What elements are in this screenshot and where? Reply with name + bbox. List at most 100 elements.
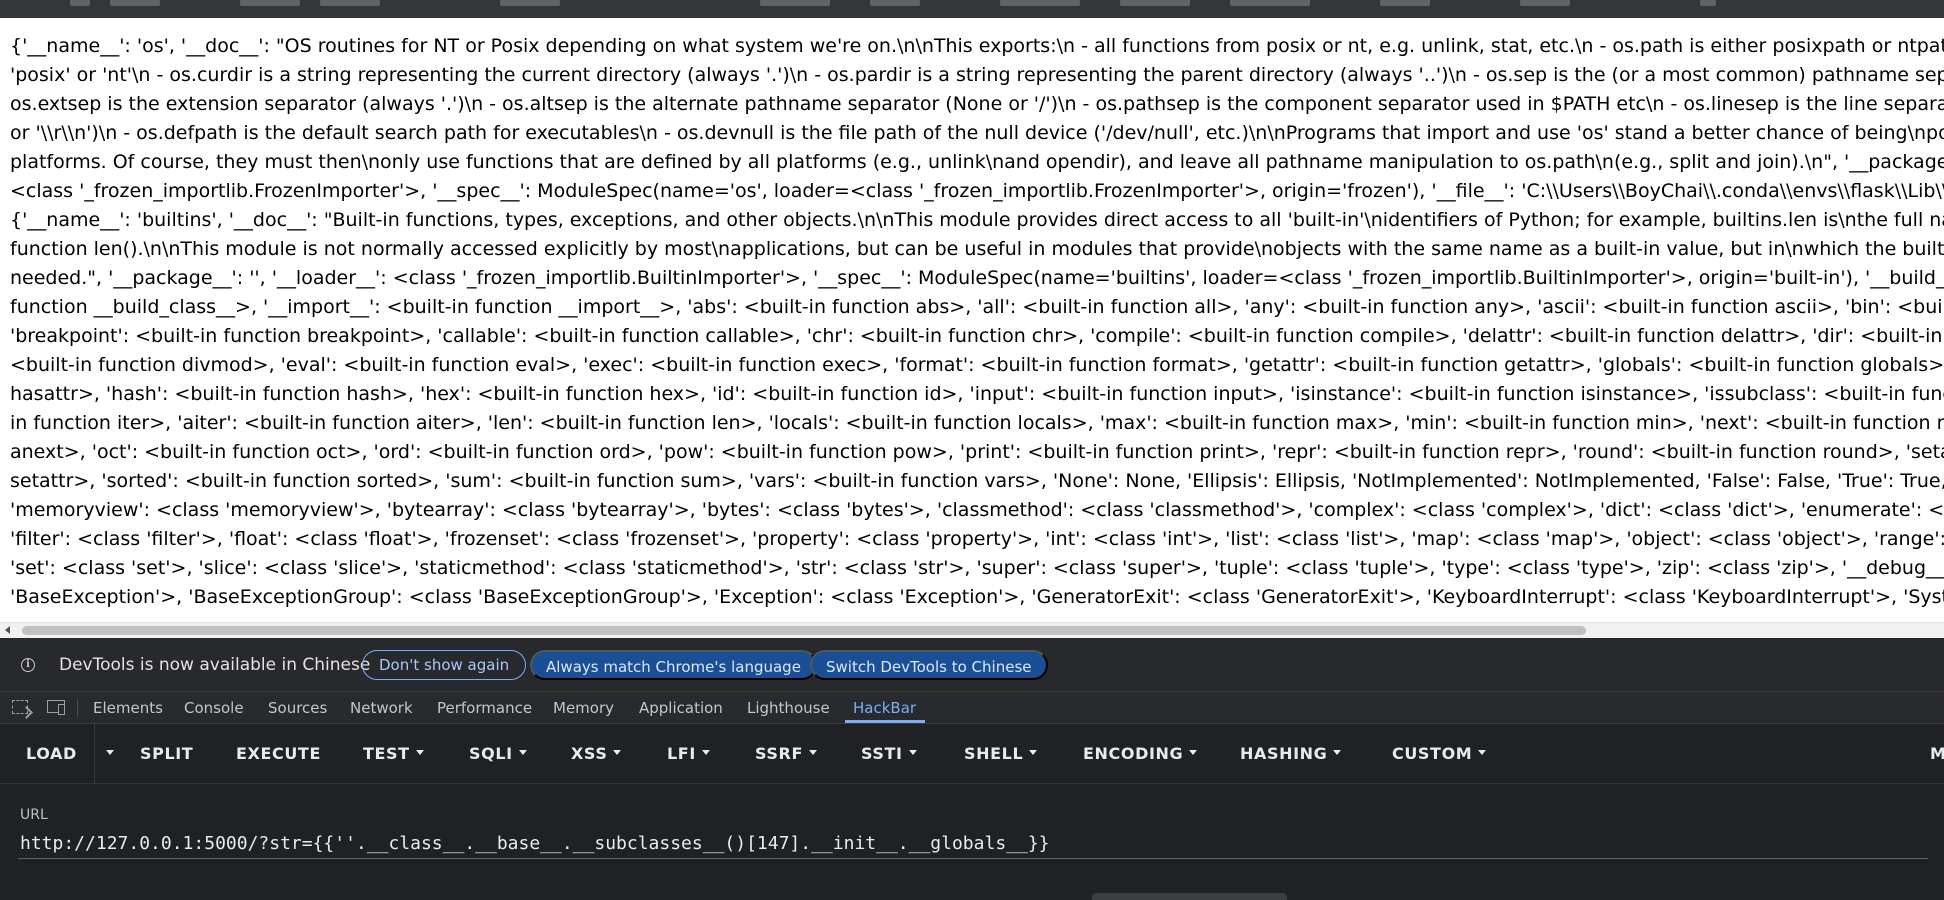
tab-network[interactable]: Network <box>350 699 413 717</box>
execute-button[interactable]: EXECUTE <box>236 744 321 763</box>
shell-menu[interactable]: SHELL <box>964 744 1038 763</box>
bookmark-ghost[interactable] <box>1120 0 1190 6</box>
output-line: hasattr>, 'hash': <built-in function has… <box>10 383 1944 405</box>
globals-output: {'__name__': 'os', '__doc__': "OS routin… <box>10 32 1944 612</box>
bookmark-ghost[interactable] <box>870 0 920 6</box>
bookmark-ghost[interactable] <box>1700 0 1716 6</box>
output-line: 'set': <class 'set'>, 'slice': <class 's… <box>10 557 1944 579</box>
horizontal-scrollbar[interactable] <box>0 622 1944 638</box>
chevron-down-icon <box>808 750 817 755</box>
split-button[interactable]: SPLIT <box>140 744 193 763</box>
tab-application[interactable]: Application <box>639 699 723 717</box>
info-icon: i <box>21 658 35 672</box>
chevron-down-icon <box>908 750 917 755</box>
output-line: os.extsep is the extension separator (al… <box>10 93 1944 115</box>
bookmark-ghost[interactable] <box>1000 0 1080 6</box>
output-line: <class '_frozen_importlib.FrozenImporter… <box>10 180 1944 202</box>
tab-hackbar[interactable]: HackBar <box>853 699 916 717</box>
load-split-divider <box>94 724 95 784</box>
output-line: or '\\r\\n')\n - os.defpath is the defau… <box>10 122 1944 144</box>
output-line: <built-in function divmod>, 'eval': <bui… <box>10 354 1944 376</box>
tab-memory[interactable]: Memory <box>553 699 614 717</box>
chevron-down-icon <box>1189 750 1198 755</box>
tab-elements[interactable]: Elements <box>93 699 163 717</box>
device-toolbar-icon[interactable] <box>47 700 65 715</box>
devtools-tab-bar: Elements Console Sources Network Perform… <box>0 692 1944 724</box>
bookmark-ghost[interactable] <box>500 0 560 6</box>
output-line: 'filter': <class 'filter'>, 'float': <cl… <box>10 528 1944 550</box>
bookmark-ghost[interactable] <box>240 0 300 6</box>
switch-to-chinese-button[interactable]: Switch DevTools to Chinese <box>810 650 1048 680</box>
infobar-message: DevTools is now available in Chinese <box>59 655 371 675</box>
chevron-down-icon <box>1478 750 1487 755</box>
tab-sources[interactable]: Sources <box>268 699 327 717</box>
chevron-down-icon <box>415 750 424 755</box>
devtools-panel: i DevTools is now available in Chinese D… <box>0 638 1944 900</box>
load-label: LOAD <box>26 744 77 763</box>
chevron-down-icon <box>613 750 622 755</box>
hashing-label: HASHING <box>1240 744 1328 763</box>
output-line: 'posix' or 'nt'\n - os.curdir is a strin… <box>10 64 1944 86</box>
ssrf-menu[interactable]: SSRF <box>755 744 817 763</box>
output-line: setattr>, 'sorted': <built-in function s… <box>10 470 1944 492</box>
hackbar-toolbar: LOAD SPLIT EXECUTE TEST SQLI XSS LFI SSR… <box>0 724 1944 784</box>
hashing-menu[interactable]: HASHING <box>1240 744 1342 763</box>
test-label: TEST <box>363 744 410 763</box>
output-line: function len().\n\nThis module is not no… <box>10 238 1944 260</box>
bookmark-ghost[interactable] <box>110 0 160 6</box>
output-line: 'BaseException'>, 'BaseExceptionGroup': … <box>10 586 1944 608</box>
url-field[interactable] <box>18 829 1928 859</box>
bookmark-ghost[interactable] <box>1520 0 1570 6</box>
bookmark-ghost[interactable] <box>320 0 380 6</box>
browser-window: {'__name__': 'os', '__doc__': "OS routin… <box>0 0 1944 900</box>
more-menu[interactable]: M <box>1930 744 1944 763</box>
test-menu[interactable]: TEST <box>363 744 424 763</box>
xss-menu[interactable]: XSS <box>571 744 622 763</box>
lfi-menu[interactable]: LFI <box>667 744 710 763</box>
output-line: needed.", '__package__': '', '__loader__… <box>10 267 1944 289</box>
bookmark-ghost[interactable] <box>760 0 830 6</box>
chevron-down-icon <box>1029 750 1038 755</box>
custom-menu[interactable]: CUSTOM <box>1392 744 1487 763</box>
bookmark-ghost[interactable] <box>1380 0 1430 6</box>
inspect-element-icon[interactable] <box>12 700 28 714</box>
ssti-label: SSTI <box>861 744 903 763</box>
output-line: platforms. Of course, they must then\non… <box>10 151 1944 173</box>
shell-label: SHELL <box>964 744 1024 763</box>
lfi-label: LFI <box>667 744 696 763</box>
sqli-label: SQLI <box>469 744 513 763</box>
panel-resize-handle[interactable] <box>1092 893 1287 900</box>
output-line: in function iter>, 'aiter': <built-in fu… <box>10 412 1944 434</box>
bookmark-ghost[interactable] <box>1230 0 1310 6</box>
bookmarks-bar <box>0 0 1944 18</box>
ssti-menu[interactable]: SSTI <box>861 744 917 763</box>
encoding-label: ENCODING <box>1083 744 1184 763</box>
output-line: anext>, 'oct': <built-in function oct>, … <box>10 441 1944 463</box>
dont-show-again-button[interactable]: Don't show again <box>362 650 527 680</box>
output-line: {'__name__': 'builtins', '__doc__': "Bui… <box>10 209 1944 231</box>
chevron-down-icon <box>106 750 114 755</box>
chevron-down-icon <box>1333 750 1342 755</box>
chevron-down-icon <box>518 750 527 755</box>
tab-performance[interactable]: Performance <box>437 699 532 717</box>
sqli-menu[interactable]: SQLI <box>469 744 527 763</box>
tab-divider <box>77 699 78 717</box>
tab-console[interactable]: Console <box>184 699 244 717</box>
encoding-menu[interactable]: ENCODING <box>1083 744 1198 763</box>
load-dropdown-button[interactable] <box>100 744 114 763</box>
output-line: function __build_class__>, '__import__':… <box>10 296 1944 318</box>
output-line: 'breakpoint': <built-in function breakpo… <box>10 325 1943 347</box>
load-button[interactable]: LOAD <box>26 744 77 763</box>
always-match-language-button[interactable]: Always match Chrome's language <box>530 650 817 680</box>
output-line: 'memoryview': <class 'memoryview'>, 'byt… <box>10 499 1944 521</box>
url-label: URL <box>20 807 48 823</box>
bookmark-ghost[interactable] <box>70 0 90 6</box>
tab-lighthouse[interactable]: Lighthouse <box>747 699 830 717</box>
active-tab-indicator <box>845 720 925 723</box>
output-line: {'__name__': 'os', '__doc__': "OS routin… <box>10 35 1944 57</box>
ssrf-label: SSRF <box>755 744 803 763</box>
scroll-left-arrow-icon[interactable] <box>5 626 10 634</box>
chevron-down-icon <box>701 750 710 755</box>
custom-label: CUSTOM <box>1392 744 1473 763</box>
scrollbar-thumb[interactable] <box>22 626 1586 635</box>
